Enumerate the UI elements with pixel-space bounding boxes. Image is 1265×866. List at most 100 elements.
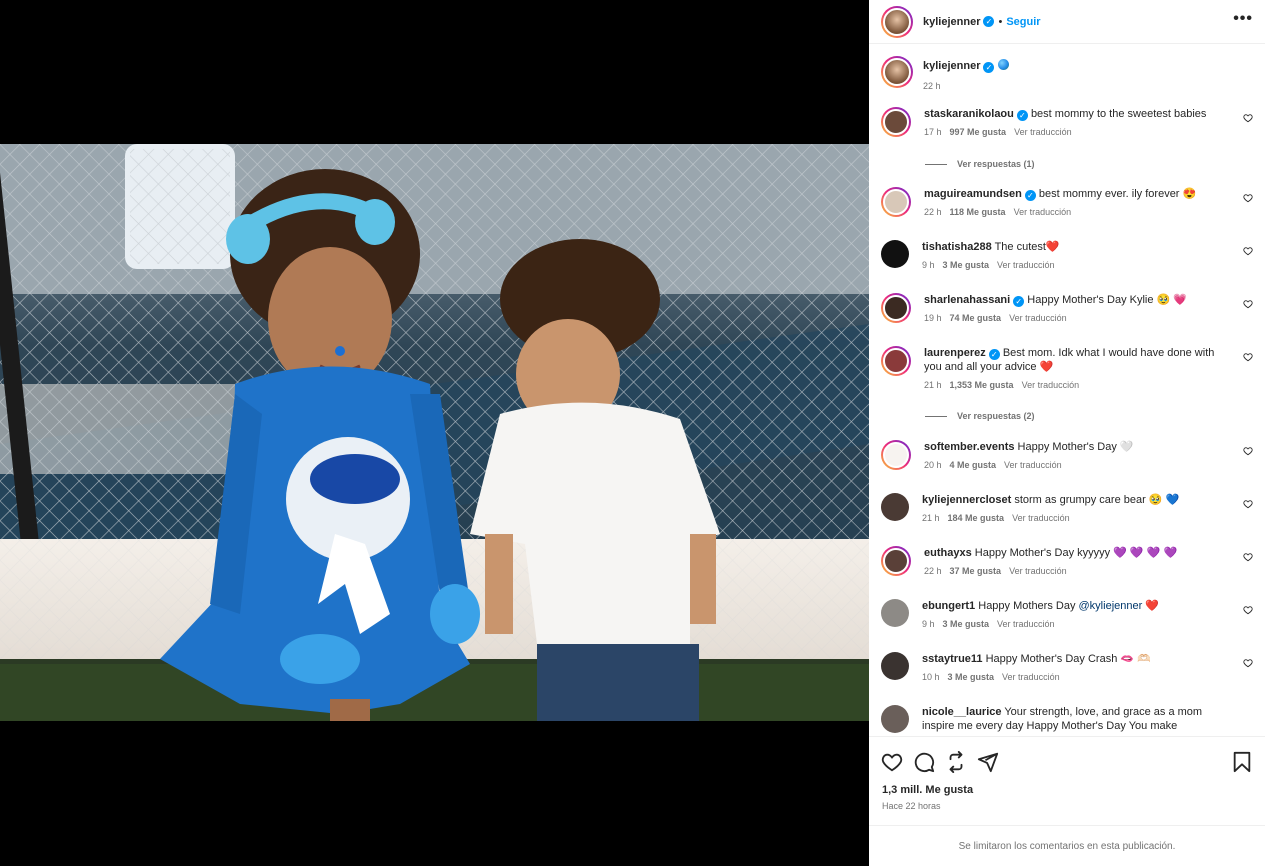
translate-link[interactable]: Ver traducción	[1009, 313, 1067, 323]
comments-limited-notice: Se limitaron los comentarios en esta pub…	[869, 825, 1265, 866]
commenter-avatar[interactable]	[881, 493, 909, 521]
view-replies-button[interactable]: Ver respuestas (1)	[925, 159, 1035, 169]
like-comment-heart-icon[interactable]	[1243, 113, 1253, 123]
commenter-avatar[interactable]	[881, 240, 909, 268]
commenter-avatar[interactable]	[881, 187, 911, 217]
caption-username[interactable]: kyliejenner	[923, 60, 980, 72]
translate-link[interactable]: Ver traducción	[1004, 460, 1062, 470]
verified-badge-icon: ✓	[1016, 110, 1028, 121]
likes-count[interactable]: 1,3 mill. Me gusta	[882, 784, 973, 796]
comment-time[interactable]: 20 h	[924, 460, 942, 470]
translate-link[interactable]: Ver traducción	[1022, 380, 1080, 390]
comment-item: ebungert1 Happy Mothers Day @kyliejenner…	[881, 599, 1253, 629]
like-comment-heart-icon[interactable]	[1243, 552, 1253, 562]
commenter-avatar[interactable]	[881, 346, 911, 376]
comment-time[interactable]: 17 h	[924, 127, 942, 137]
commenter-avatar[interactable]	[881, 599, 909, 627]
like-heart-icon[interactable]	[881, 751, 903, 773]
comment-item: tishatisha288 The cutest❤️ 9 h 3 Me gusta…	[881, 240, 1253, 270]
post-photo[interactable]	[0, 144, 869, 721]
commenter-avatar[interactable]	[881, 546, 911, 576]
comment-likes[interactable]: 3 Me gusta	[948, 672, 995, 682]
author-avatar[interactable]	[881, 5, 913, 38]
like-comment-heart-icon[interactable]	[1243, 352, 1253, 362]
comment-time[interactable]: 9 h	[922, 619, 935, 629]
comments-list[interactable]: kyliejenner ✓ 22 h staskaranikolaou ✓ best…	[869, 45, 1265, 735]
caption-avatar[interactable]	[881, 56, 913, 88]
comment-text: Happy Mother's Day kyyyyy 💜 💜 💜 💜	[974, 547, 1178, 559]
comment-time[interactable]: 9 h	[922, 260, 935, 270]
comment-time[interactable]: 21 h	[924, 380, 942, 390]
like-comment-heart-icon[interactable]	[1243, 246, 1253, 256]
comment-text: Happy Mother's Day Crash 🫦 🫶🏻	[985, 653, 1151, 665]
view-replies-button[interactable]: Ver respuestas (2)	[925, 411, 1035, 421]
comment-time[interactable]: 19 h	[924, 313, 942, 323]
comment-text: Happy Mothers Day	[978, 600, 1079, 612]
like-comment-heart-icon[interactable]	[1243, 446, 1253, 456]
comment-time[interactable]: 22 h	[924, 566, 942, 576]
commenter-avatar[interactable]	[881, 293, 911, 323]
translate-link[interactable]: Ver traducción	[1014, 207, 1072, 217]
comment-time[interactable]: 22 h	[924, 207, 942, 217]
translate-link[interactable]: Ver traducción	[997, 260, 1055, 270]
comment-item: euthayxs Happy Mother's Day kyyyyy 💜 💜 💜…	[881, 546, 1253, 576]
comment-text: Happy Mother's Day 🤍	[1017, 441, 1134, 453]
repost-icon[interactable]	[945, 751, 967, 773]
comment-username[interactable]: nicole__laurice	[922, 706, 1002, 718]
share-send-icon[interactable]	[977, 751, 999, 773]
author-username[interactable]: kyliejenner	[923, 16, 980, 28]
comment-likes[interactable]: 74 Me gusta	[950, 313, 1002, 323]
verified-badge-icon: ✓	[983, 62, 995, 73]
view-replies-label: Ver respuestas (2)	[957, 411, 1035, 421]
comment-likes[interactable]: 37 Me gusta	[950, 566, 1002, 576]
comment-username[interactable]: softember.events	[924, 441, 1014, 453]
commenter-avatar[interactable]	[881, 705, 909, 733]
like-comment-heart-icon[interactable]	[1243, 658, 1253, 668]
commenter-avatar[interactable]	[881, 107, 911, 137]
like-comment-heart-icon[interactable]	[1243, 499, 1253, 509]
caption-time[interactable]: 22 h	[923, 81, 1009, 91]
translate-link[interactable]: Ver traducción	[1014, 127, 1072, 137]
comment-username[interactable]: staskaranikolaou	[924, 108, 1014, 120]
post-timestamp[interactable]: Hace 22 horas	[882, 801, 941, 811]
more-options-icon[interactable]: •••	[1233, 11, 1253, 27]
commenter-avatar[interactable]	[881, 440, 911, 470]
post-media	[0, 0, 869, 866]
comment-likes[interactable]: 3 Me gusta	[943, 619, 990, 629]
comment-username[interactable]: ebungert1	[922, 600, 975, 612]
like-comment-heart-icon[interactable]	[1243, 605, 1253, 615]
comment-likes[interactable]: 1,353 Me gusta	[950, 380, 1014, 390]
commenter-avatar[interactable]	[881, 652, 909, 680]
like-comment-heart-icon[interactable]	[1243, 299, 1253, 309]
post-actions: 1,3 mill. Me gusta Hace 22 horas	[869, 736, 1265, 826]
comment-bubble-icon[interactable]	[913, 751, 935, 773]
replies-line	[925, 415, 947, 417]
save-bookmark-icon[interactable]	[1231, 751, 1253, 773]
mention-link[interactable]: @kyliejenner	[1079, 600, 1143, 612]
comment-username[interactable]: sharlenahassani	[924, 294, 1010, 306]
comment-likes[interactable]: 4 Me gusta	[950, 460, 997, 470]
translate-link[interactable]: Ver traducción	[997, 619, 1055, 629]
comment-username[interactable]: kyliejennercloset	[922, 494, 1011, 506]
comment-username[interactable]: euthayxs	[924, 547, 972, 559]
comment-username[interactable]: laurenperez	[924, 347, 986, 359]
comment-time[interactable]: 10 h	[922, 672, 940, 682]
comment-likes[interactable]: 997 Me gusta	[950, 127, 1007, 137]
comment-username[interactable]: sstaytrue11	[922, 653, 983, 665]
comment-username[interactable]: tishatisha288	[922, 241, 992, 253]
photo-illustration	[0, 144, 869, 721]
follow-button[interactable]: Seguir	[1006, 16, 1040, 28]
comment-item: sharlenahassani ✓ Happy Mother's Day Kyli…	[881, 293, 1253, 323]
translate-link[interactable]: Ver traducción	[1009, 566, 1067, 576]
comment-username[interactable]: maguireamundsen	[924, 188, 1022, 200]
comment-time[interactable]: 21 h	[922, 513, 940, 523]
comment-likes[interactable]: 184 Me gusta	[948, 513, 1005, 523]
comment-item: staskaranikolaou ✓ best mommy to the swee…	[881, 107, 1253, 137]
comment-likes[interactable]: 118 Me gusta	[950, 207, 1006, 217]
translate-link[interactable]: Ver traducción	[1012, 513, 1070, 523]
like-comment-heart-icon[interactable]	[1243, 193, 1253, 203]
app-root: kyliejenner ✓ • Seguir ••• kyliejenner ✓ …	[0, 0, 1265, 866]
comment-item: maguireamundsen ✓ best mommy ever. ily fo…	[881, 187, 1253, 217]
translate-link[interactable]: Ver traducción	[1002, 672, 1060, 682]
comment-likes[interactable]: 3 Me gusta	[943, 260, 990, 270]
